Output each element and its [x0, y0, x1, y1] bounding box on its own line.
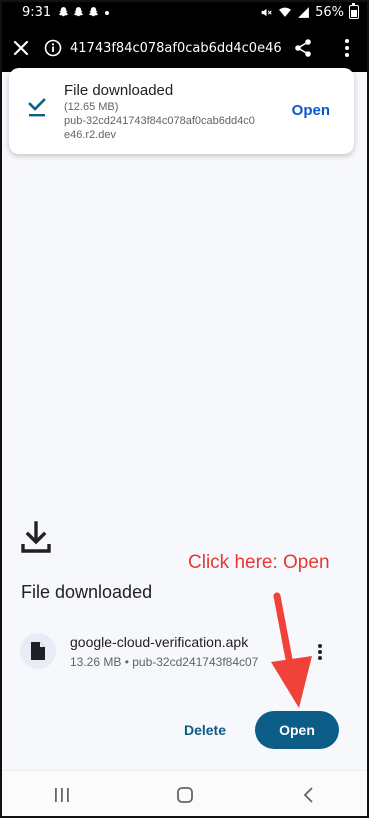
browser-toolbar: 41743f84c078af0cab6dd4c0e46.r2.dev — [0, 24, 369, 72]
battery-percent: 56% — [315, 4, 344, 20]
file-icon-wrapper — [20, 633, 56, 669]
more-options-button[interactable] — [325, 24, 369, 72]
snapchat-icon — [73, 6, 84, 16]
snapchat-icon — [58, 6, 69, 16]
back-button[interactable] — [278, 775, 338, 815]
download-toast: File downloaded (12.65 MB) pub-32cd24174… — [9, 68, 354, 154]
status-time: 9:31 — [22, 4, 52, 20]
toast-url: pub-32cd241743f84c078af0cab6dd4c0e46.r2.… — [64, 115, 255, 141]
dot-icon — [105, 10, 110, 15]
status-bar: 9:31 56% — [0, 0, 369, 24]
annotation-text: Click here: Open — [188, 552, 330, 573]
toast-open-button[interactable]: Open — [292, 102, 330, 119]
annotation-arrow — [271, 592, 312, 708]
share-icon — [295, 39, 311, 57]
close-icon — [13, 40, 29, 56]
open-button[interactable]: Open — [255, 711, 339, 749]
file-name[interactable]: google-cloud-verification.apk — [70, 634, 248, 650]
site-info-button[interactable] — [42, 24, 64, 72]
back-icon — [303, 786, 313, 803]
snapchat-icon — [88, 6, 99, 16]
file-icon — [31, 642, 45, 660]
download-icon — [21, 521, 51, 553]
navigation-bar — [0, 770, 369, 818]
system-icons: 56% — [260, 3, 359, 20]
signal-icon — [298, 6, 310, 18]
recents-icon — [54, 787, 69, 802]
battery-icon — [349, 3, 359, 19]
download-title: File downloaded — [21, 582, 153, 602]
delete-button[interactable]: Delete — [180, 712, 230, 748]
share-button[interactable] — [281, 24, 325, 72]
notification-icons — [57, 6, 112, 19]
info-icon — [44, 39, 62, 57]
mute-icon — [261, 8, 272, 16]
download-done-icon — [28, 98, 46, 117]
home-button[interactable] — [155, 775, 215, 815]
wifi-icon — [279, 7, 292, 17]
more-vert-icon — [345, 39, 349, 57]
close-button[interactable] — [0, 24, 42, 72]
toast-title: File downloaded — [64, 82, 174, 99]
toast-size: (12.65 MB) — [64, 101, 119, 113]
recents-button[interactable] — [32, 775, 92, 815]
url-text[interactable]: 41743f84c078af0cab6dd4c0e46.r2.dev — [64, 41, 281, 56]
home-icon — [176, 786, 193, 803]
